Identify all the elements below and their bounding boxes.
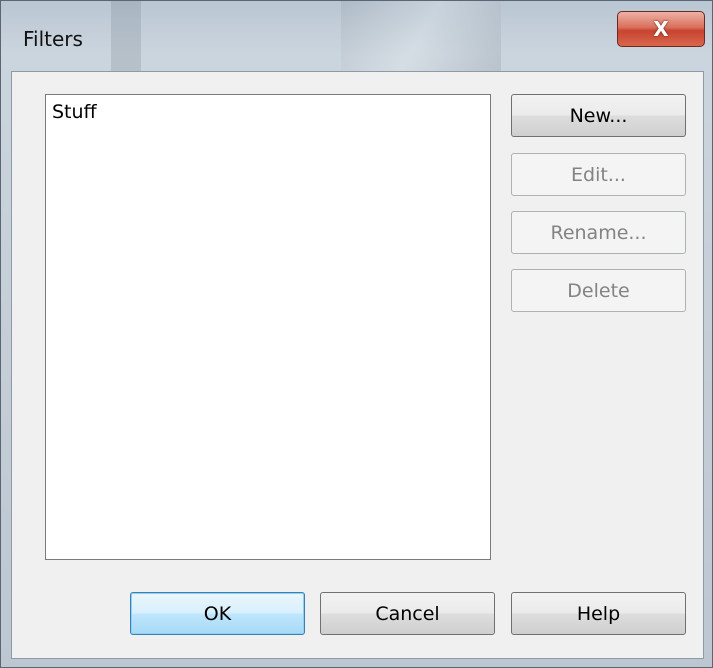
help-button[interactable]: Help	[511, 592, 686, 635]
close-button[interactable]: X	[617, 11, 705, 47]
close-icon: X	[653, 17, 669, 41]
rename-button[interactable]: Rename...	[511, 211, 686, 254]
dialog-window: Filters X Stuff New... Edit... Rename...…	[0, 0, 713, 668]
edit-button[interactable]: Edit...	[511, 153, 686, 196]
ok-button[interactable]: OK	[130, 592, 305, 635]
cancel-button[interactable]: Cancel	[320, 592, 495, 635]
window-title: Filters	[23, 27, 83, 51]
filters-list[interactable]: Stuff	[45, 94, 491, 560]
list-item[interactable]: Stuff	[52, 101, 97, 123]
new-button[interactable]: New...	[511, 94, 686, 137]
dialog-client-area: Stuff New... Edit... Rename... Delete OK…	[11, 71, 704, 659]
delete-button[interactable]: Delete	[511, 269, 686, 312]
